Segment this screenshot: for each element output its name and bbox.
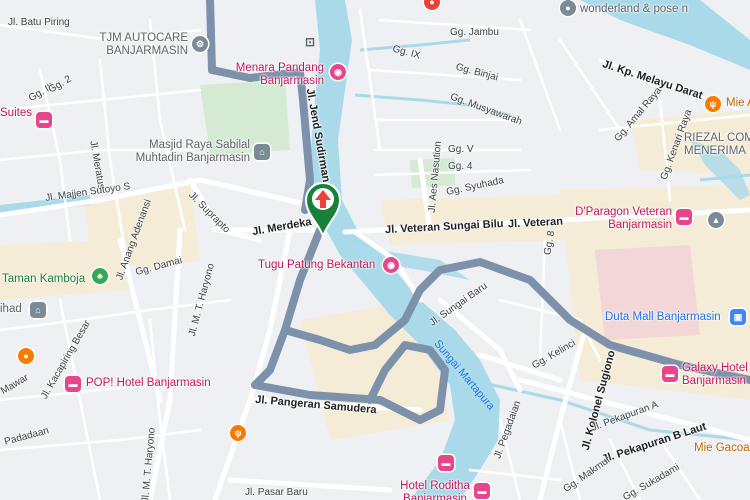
shopping-bag-icon[interactable]: ▣ <box>730 309 746 325</box>
bed-icon[interactable]: ▬ <box>676 209 692 225</box>
poi-label[interactable]: Masjid Raya Sabilal Muhtadin Banjarmasin <box>130 139 250 165</box>
street-label: Jl. Batu Piring <box>8 17 70 28</box>
street-label: Gg. Jambu <box>450 27 499 38</box>
map-canvas[interactable]: Jl. Batu Piring Gg. III Gg. 2 Jl. Meratu… <box>0 0 750 500</box>
poi-label[interactable]: Suites <box>0 107 32 120</box>
transit-icon[interactable]: ⊡ <box>302 34 318 50</box>
poi-label[interactable]: D'Paragon Veteran Banjarmasin <box>568 206 672 232</box>
bed-icon[interactable]: ▬ <box>662 366 678 382</box>
camera-icon[interactable]: ◉ <box>383 257 399 273</box>
tree-icon[interactable]: ♣ <box>92 268 108 284</box>
camera-icon[interactable]: ◉ <box>330 64 346 80</box>
poi-label[interactable]: ihad <box>0 303 22 316</box>
poi-label[interactable]: wonderland & pose n <box>580 3 688 16</box>
wrench-icon[interactable]: ⚙ <box>192 36 208 52</box>
street-label: Gg. V <box>448 144 474 155</box>
fork-knife-icon[interactable]: ψ <box>230 425 246 441</box>
bed-icon[interactable]: ▬ <box>65 376 81 392</box>
street-label: Gg. 4 <box>448 161 473 172</box>
fork-knife-icon[interactable]: ψ <box>705 96 721 112</box>
school-icon[interactable]: ▲ <box>708 212 724 228</box>
poi-label[interactable]: Duta Mall Banjarmasin <box>605 311 721 324</box>
poi-label[interactable]: RIEZAL COM MENERIMA <box>684 132 750 158</box>
mall-area <box>595 245 700 340</box>
cup-icon[interactable]: ● <box>18 348 34 364</box>
street-label: Jl. Pasar Baru <box>245 487 308 498</box>
bed-icon[interactable]: ▬ <box>438 455 454 471</box>
bed-icon[interactable]: ▬ <box>474 483 490 499</box>
poi-label[interactable]: Hotel Roditha Banjarmasin <box>395 480 475 500</box>
poi-label[interactable]: Mie Gacoa <box>694 442 750 455</box>
poi-label[interactable]: Tugu Patung Bekantan <box>258 259 375 272</box>
poi-label[interactable]: Galaxy Hotel Banjarmasin <box>682 362 750 388</box>
place-icon[interactable]: ● <box>560 0 576 16</box>
poi-label[interactable]: Mie A <box>726 97 750 110</box>
poi-label[interactable]: Taman Kamboja <box>2 273 85 286</box>
poi-label[interactable]: TJM AUTOCARE BANJARMASIN <box>98 32 188 58</box>
poi-label[interactable]: POP! Hotel Banjarmasin <box>86 377 211 390</box>
mosque-icon[interactable]: ⌂ <box>30 302 46 318</box>
bed-icon[interactable]: ▬ <box>36 112 52 128</box>
mosque-icon[interactable]: ⌂ <box>254 144 270 160</box>
poi-label[interactable]: Menara Pandang Banjarmasin <box>232 62 324 88</box>
